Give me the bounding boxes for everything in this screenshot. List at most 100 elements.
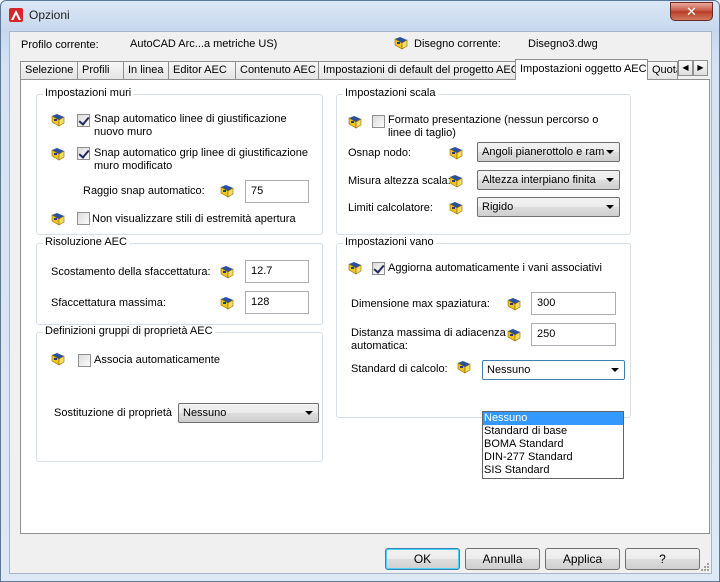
stair-settings-title: Impostazioni scala: [343, 87, 438, 99]
calculation-standard-dropdown: Nessuno Standard di base BOMA Standard D…: [482, 411, 624, 479]
chevron-down-icon: [305, 411, 313, 415]
auto-associate-checkbox[interactable]: [78, 354, 91, 367]
facet-max-input[interactable]: 128: [245, 291, 309, 314]
tab-scroll-right-button[interactable]: ▶: [693, 60, 708, 76]
chevron-down-icon: [606, 150, 614, 154]
max-gap-input[interactable]: 300: [531, 292, 616, 315]
update-spaces-checkbox[interactable]: [372, 262, 385, 275]
window-title: Opzioni: [29, 8, 70, 22]
drawing-setting-icon: [449, 201, 463, 215]
tab-quota[interactable]: Quota: [647, 61, 678, 80]
drawing-setting-icon: [457, 360, 471, 374]
close-button[interactable]: ✕: [670, 2, 713, 21]
help-button[interactable]: ?: [625, 548, 700, 570]
tab-editor-aec[interactable]: Editor AEC: [168, 61, 236, 80]
drawing-setting-icon: [51, 212, 65, 226]
calculator-limits-value: Rigido: [482, 201, 514, 213]
space-settings-title: Impostazioni vano: [343, 236, 436, 248]
aec-resolution-title: Risoluzione AEC: [43, 236, 129, 248]
dropdown-option-standard-di-base[interactable]: Standard di base: [483, 425, 623, 438]
dropdown-option-boma-standard[interactable]: BOMA Standard: [483, 438, 623, 451]
stair-height-select[interactable]: Altezza interpiano finita: [477, 170, 620, 190]
property-substitution-select[interactable]: Nessuno: [178, 403, 319, 423]
presentation-format-label: Formato presentazione (nessun percorso o…: [388, 114, 599, 139]
tab-profili[interactable]: Profili: [77, 61, 124, 80]
stair-settings-group: Impostazioni scala Formato presentazione…: [336, 87, 631, 235]
max-gap-label: Dimensione max spaziatura:: [351, 298, 490, 310]
wall-settings-title: Impostazioni muri: [43, 87, 134, 99]
tab-page: Impostazioni muri Snap automatico linee …: [20, 79, 710, 534]
drawing-setting-icon: [507, 297, 521, 311]
close-icon: ✕: [686, 4, 697, 19]
adjacency-distance-label: Distanza massima di adiacenza automatica…: [351, 327, 506, 352]
drawing-setting-icon: [51, 113, 65, 127]
calculation-standard-value: Nessuno: [487, 364, 531, 376]
drawing-setting-icon: [51, 352, 65, 366]
facet-deviation-input[interactable]: 12.7: [245, 260, 309, 283]
ok-button[interactable]: OK: [385, 548, 460, 570]
drawing-setting-icon: [51, 147, 65, 161]
snap-grips-checkbox[interactable]: [77, 147, 90, 160]
drawing-setting-icon: [220, 184, 234, 198]
calculation-standard-label: Standard di calcolo:: [351, 363, 448, 375]
stair-height-label: Misura altezza scala:: [348, 175, 451, 187]
snap-lines-checkbox[interactable]: [77, 114, 90, 127]
drawing-setting-icon: [220, 296, 234, 310]
cancel-button[interactable]: Annulla: [465, 548, 540, 570]
profile-label: Profilo corrente:: [21, 39, 99, 51]
options-dialog: Opzioni ✕ Profilo corrente: AutoCAD Arc.…: [0, 0, 720, 582]
apply-button[interactable]: Applica: [545, 548, 620, 570]
title-bar[interactable]: Opzioni ✕: [1, 1, 719, 29]
no-endcap-checkbox[interactable]: [77, 212, 90, 225]
no-endcap-label: Non visualizzare stili di estremità aper…: [92, 213, 296, 225]
drawing-setting-icon: [449, 174, 463, 188]
auto-associate-label: Associa automaticamente: [94, 354, 220, 366]
chevron-down-icon: [606, 205, 614, 209]
dialog-body: Profilo corrente: AutoCAD Arc...a metric…: [9, 31, 712, 574]
osnap-node-value: Angoli pianerottolo e ram: [482, 146, 605, 158]
drawing-setting-icon: [348, 261, 362, 275]
drawing-label: Disegno corrente:: [414, 38, 501, 50]
drawing-setting-icon: [220, 265, 234, 279]
tab-in-linea[interactable]: In linea: [123, 61, 169, 80]
facet-max-label: Sfaccettatura massima:: [51, 297, 166, 309]
tab-scroll-left-button[interactable]: ◀: [678, 60, 693, 76]
property-sets-group: Definizioni gruppi di proprietà AEC Asso…: [36, 325, 323, 462]
property-substitution-label: Sostituzione di proprietà: [54, 407, 173, 419]
snap-lines-label: Snap automatico linee di giustificazione…: [94, 113, 287, 138]
wall-settings-group: Impostazioni muri Snap automatico linee …: [36, 87, 323, 235]
drawing-setting-icon: [394, 36, 408, 50]
property-substitution-value: Nessuno: [183, 407, 227, 419]
property-sets-title: Definizioni gruppi di proprietà AEC: [43, 325, 215, 337]
aec-resolution-group: Risoluzione AEC Scostamento della sfacce…: [36, 236, 323, 325]
snap-grips-label: Snap automatico grip linee di giustifica…: [94, 147, 309, 172]
tab-selezione[interactable]: Selezione: [20, 61, 78, 80]
tab-contenuto-aec[interactable]: Contenuto AEC: [235, 61, 319, 80]
update-spaces-label: Aggiorna automaticamente i vani associat…: [388, 262, 603, 274]
stair-height-value: Altezza interpiano finita: [482, 174, 596, 186]
tab-impostazioni-oggetto-aec[interactable]: Impostazioni oggetto AEC: [515, 59, 648, 80]
space-settings-group: Impostazioni vano Aggiorna automaticamen…: [336, 236, 631, 418]
dropdown-option-din-277-standard[interactable]: DIN-277 Standard: [483, 451, 623, 464]
drawing-setting-icon: [507, 328, 521, 342]
presentation-format-checkbox[interactable]: [372, 115, 385, 128]
profile-row: Profilo corrente: AutoCAD Arc...a metric…: [10, 32, 713, 58]
calculation-standard-select[interactable]: Nessuno: [482, 360, 625, 380]
dropdown-option-sis-standard[interactable]: SIS Standard: [483, 464, 623, 477]
size-grip-icon[interactable]: [699, 561, 709, 571]
drawing-setting-icon: [348, 115, 362, 129]
tab-strip: Selezione Profili In linea Editor AEC Co…: [20, 59, 710, 80]
osnap-node-label: Osnap nodo:: [348, 147, 411, 159]
tab-impostazioni-progetto-aec[interactable]: Impostazioni di default del progetto AEC: [318, 61, 516, 80]
snap-radius-label: Raggio snap automatico:: [83, 185, 205, 197]
osnap-node-select[interactable]: Angoli pianerottolo e ram: [477, 142, 620, 162]
drawing-setting-icon: [449, 146, 463, 160]
calculator-limits-select[interactable]: Rigido: [477, 197, 620, 217]
chevron-down-icon: [606, 178, 614, 182]
snap-radius-input[interactable]: 75: [245, 180, 309, 203]
dropdown-option-nessuno[interactable]: Nessuno: [483, 412, 623, 425]
adjacency-distance-input[interactable]: 250: [531, 323, 616, 346]
drawing-value: Disegno3.dwg: [528, 38, 598, 50]
facet-deviation-label: Scostamento della sfaccettatura:: [51, 266, 211, 278]
chevron-down-icon: [611, 368, 619, 372]
